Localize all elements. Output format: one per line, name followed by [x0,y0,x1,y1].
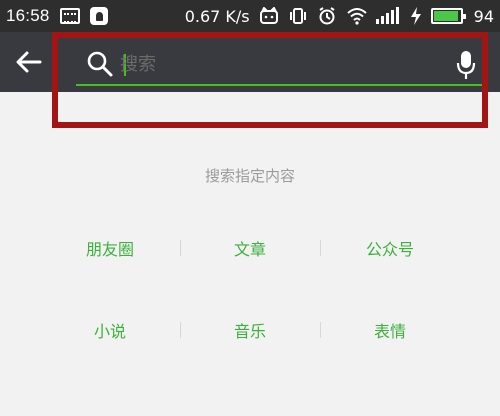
search-underline [76,84,482,86]
category-moments[interactable]: 朋友圈 [40,236,180,260]
battery-percent: 94 [473,6,494,26]
search-header [0,32,500,92]
notification-icon [89,7,108,25]
back-button[interactable] [14,50,44,74]
status-bar: 16:58 0.67 K/s 94 [0,0,500,32]
status-time: 16:58 [6,6,50,25]
net-speed: 0.67 K/s [184,6,250,26]
back-arrow-icon [16,51,42,73]
category-articles[interactable]: 文章 [180,236,320,260]
category-novels[interactable]: 小说 [40,318,180,342]
wifi-icon [346,7,367,25]
status-right-group: 0.67 K/s 94 [184,6,494,26]
search-input[interactable] [120,50,440,78]
category-row-1: 朋友圈 文章 公众号 [40,236,460,260]
cat-icon [259,6,279,25]
charging-icon [410,7,422,25]
search-hint: 搜索指定内容 [204,167,295,185]
vibrate-icon [288,7,308,25]
keyboard-icon [59,8,80,24]
alarm-icon [317,7,337,25]
search-field[interactable] [76,44,482,86]
search-icon [86,50,114,82]
category-music[interactable]: 音乐 [180,318,320,342]
category-official-accounts[interactable]: 公众号 [320,236,460,260]
signal-icon [375,7,401,25]
category-row-2: 小说 音乐 表情 [40,318,460,342]
battery-fill [433,11,459,21]
mic-icon[interactable] [456,50,476,84]
battery-icon [430,8,466,24]
category-stickers[interactable]: 表情 [320,318,460,342]
